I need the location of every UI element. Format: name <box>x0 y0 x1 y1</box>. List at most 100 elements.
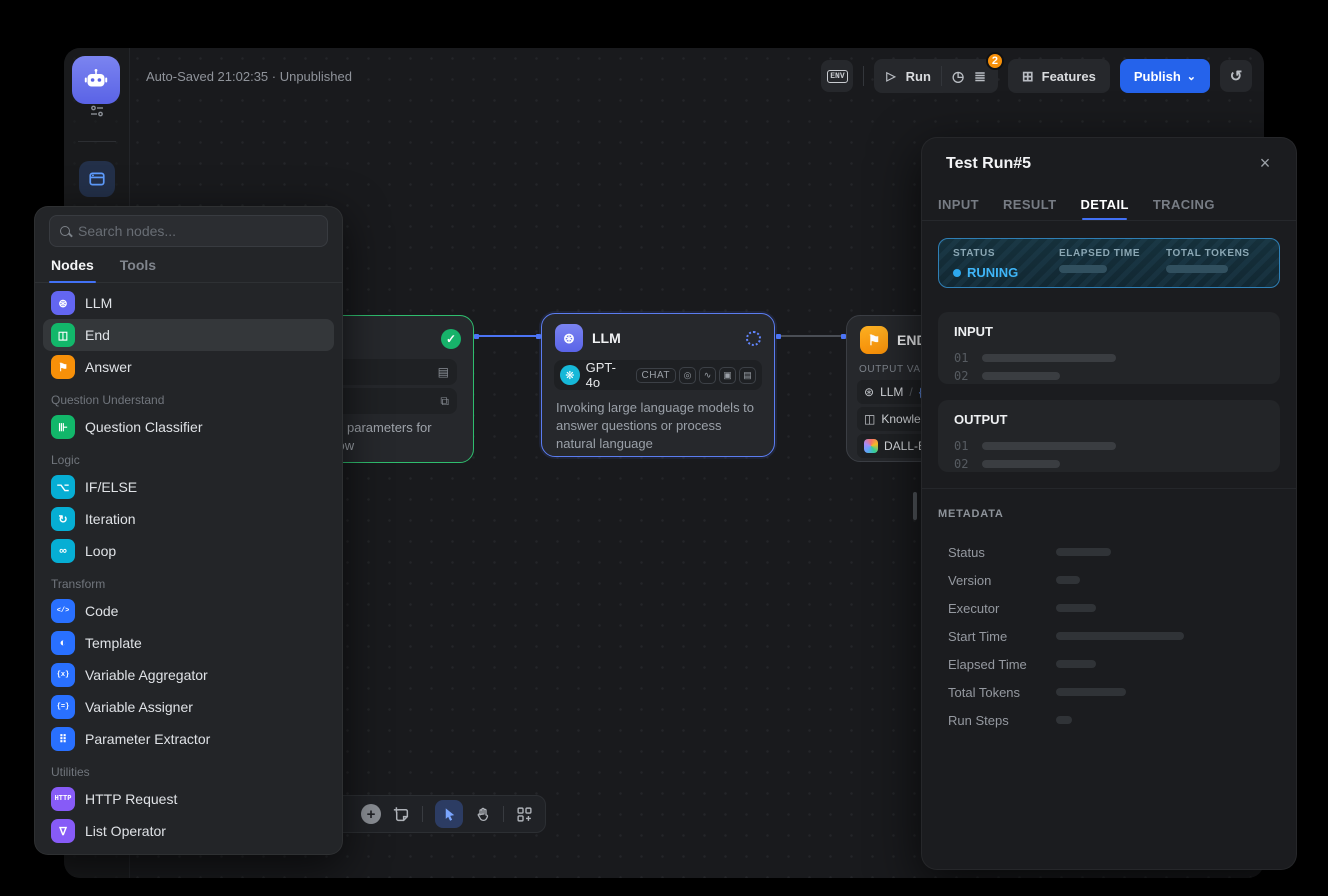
iteration-icon: ↻ <box>51 507 75 531</box>
variable-label: DALL-E <box>884 439 926 453</box>
organize-nodes-button[interactable] <box>516 806 533 823</box>
add-note-button[interactable] <box>393 806 410 823</box>
edge-llm-to-end <box>776 335 846 337</box>
branch-icon: ⌥ <box>51 475 75 499</box>
publish-button[interactable]: Publish ⌄ <box>1120 59 1210 93</box>
input-card: INPUT 01 02 <box>938 312 1280 384</box>
node-item-end[interactable]: ◫ End <box>43 319 334 351</box>
end-icon: ◫ <box>51 323 75 347</box>
hand-mode-button[interactable] <box>475 806 491 822</box>
close-icon[interactable]: × <box>1254 152 1276 174</box>
checklist-icon[interactable]: ≣ <box>974 68 986 85</box>
search-input[interactable] <box>78 223 317 239</box>
toolbar-separator <box>503 806 504 822</box>
run-group-separator <box>941 66 942 86</box>
node-item-variable-assigner[interactable]: {=} Variable Assigner <box>43 691 334 723</box>
node-item-variable-aggregator[interactable]: {x} Variable Aggregator <box>43 659 334 691</box>
video-icon: ▣ <box>719 367 736 384</box>
node-item-label: End <box>85 327 110 343</box>
tab-tracing[interactable]: TRACING <box>1153 188 1215 220</box>
status-value: RUNING <box>953 265 1059 280</box>
app-robot-icon[interactable] <box>72 56 120 104</box>
preview-panel-button[interactable] <box>79 161 115 197</box>
end-node-icon: ⚑ <box>860 326 888 354</box>
metadata-label: Executor <box>948 601 1056 616</box>
hand-icon <box>475 806 491 822</box>
test-run-panel: Test Run#5 × INPUT RESULT DETAIL TRACING… <box>921 137 1297 870</box>
run-history-icon[interactable]: ◷ <box>952 68 964 85</box>
metadata-skeleton <box>1056 576 1080 584</box>
node-item-http-request[interactable]: HTTP HTTP Request <box>43 783 334 815</box>
node-search-box[interactable] <box>49 215 328 247</box>
llm-node[interactable]: ⊛ LLM ❋ GPT-4o CHAT ◎ ∿ ▣ ▤ Invoking lar… <box>541 313 775 457</box>
classifier-icon: ⊪ <box>51 415 75 439</box>
tab-detail[interactable]: DETAIL <box>1080 188 1128 220</box>
node-item-label: Loop <box>85 543 116 559</box>
answer-flag-icon: ⚑ <box>51 355 75 379</box>
metadata-row: Version <box>948 566 1280 594</box>
node-item-answer[interactable]: ⚑ Answer <box>43 351 334 383</box>
metadata-row: Executor <box>948 594 1280 622</box>
cursor-icon <box>442 807 457 822</box>
node-item-label: List Operator <box>85 823 166 839</box>
env-variables-button[interactable]: ENV <box>821 60 853 92</box>
tab-input[interactable]: INPUT <box>938 188 979 220</box>
metadata-label: Start Time <box>948 629 1056 644</box>
output-line: 01 <box>954 437 1264 455</box>
model-selector[interactable]: ❋ GPT-4o CHAT ◎ ∿ ▣ ▤ <box>554 360 762 390</box>
window-icon <box>88 170 106 188</box>
code-icon: </> <box>51 599 75 623</box>
node-item-llm[interactable]: ⊛ LLM <box>43 287 334 319</box>
llm-node-header: ⊛ LLM <box>542 314 774 360</box>
metadata-skeleton <box>1056 632 1184 640</box>
run-button[interactable]: Run <box>906 69 931 84</box>
audio-icon: ∿ <box>699 367 716 384</box>
line-number: 01 <box>954 439 968 453</box>
node-item-label: LLM <box>85 295 112 311</box>
run-panel-tabs: INPUT RESULT DETAIL TRACING <box>938 188 1296 220</box>
metadata-label: Status <box>948 545 1056 560</box>
node-item-template[interactable]: ◐ Template <box>43 627 334 659</box>
node-item-parameter-extractor[interactable]: ⠿ Parameter Extractor <box>43 723 334 755</box>
metadata-label: Version <box>948 573 1056 588</box>
add-node-button[interactable]: + <box>361 804 381 824</box>
chevron-down-icon: ⌄ <box>1187 70 1196 83</box>
features-button[interactable]: ⊞ Features <box>1008 59 1110 93</box>
panel-resize-handle[interactable] <box>913 492 917 520</box>
output-line: 02 <box>954 455 1264 473</box>
workflow-settings-button[interactable] <box>89 103 105 119</box>
node-item-list-operator[interactable]: ∇ List Operator <box>43 815 334 847</box>
node-item-label: Variable Assigner <box>85 699 193 715</box>
header-separator <box>863 66 864 86</box>
tab-tools[interactable]: Tools <box>120 247 156 282</box>
node-item-label: Parameter Extractor <box>85 731 210 747</box>
version-history-button[interactable]: ↺ <box>1220 60 1252 92</box>
pointer-mode-button[interactable] <box>435 800 463 828</box>
output-card: OUTPUT 01 02 <box>938 400 1280 472</box>
tab-result[interactable]: RESULT <box>1003 188 1056 220</box>
canvas-toolbar: + <box>308 795 546 833</box>
running-spinner-icon <box>746 331 761 346</box>
node-item-loop[interactable]: ∞ Loop <box>43 535 334 567</box>
node-item-label: Answer <box>85 359 132 375</box>
node-item-code[interactable]: </> Code <box>43 595 334 627</box>
features-icon: ⊞ <box>1022 68 1034 85</box>
input-line: 01 <box>954 349 1264 367</box>
value-skeleton <box>982 460 1060 468</box>
checklist-badge: 2 <box>986 52 1004 70</box>
robot-icon <box>83 67 109 93</box>
http-request-icon: HTTP <box>51 787 75 811</box>
node-item-if-else[interactable]: ⌥ IF/ELSE <box>43 471 334 503</box>
start-desc-line: parameters for <box>331 419 432 437</box>
list-filter-icon: ∇ <box>51 819 75 843</box>
sidebar-divider <box>78 141 116 142</box>
node-item-question-classifier[interactable]: ⊪ Question Classifier <box>43 411 334 443</box>
panel-title: Test Run#5 <box>946 155 1031 173</box>
tab-nodes[interactable]: Nodes <box>51 247 94 282</box>
parameter-extractor-icon: ⠿ <box>51 727 75 751</box>
total-tokens-skeleton <box>1166 265 1228 273</box>
llm-node-icon: ⊛ <box>555 324 583 352</box>
line-number: 01 <box>954 351 968 365</box>
edge-port <box>776 334 781 339</box>
node-item-iteration[interactable]: ↻ Iteration <box>43 503 334 535</box>
